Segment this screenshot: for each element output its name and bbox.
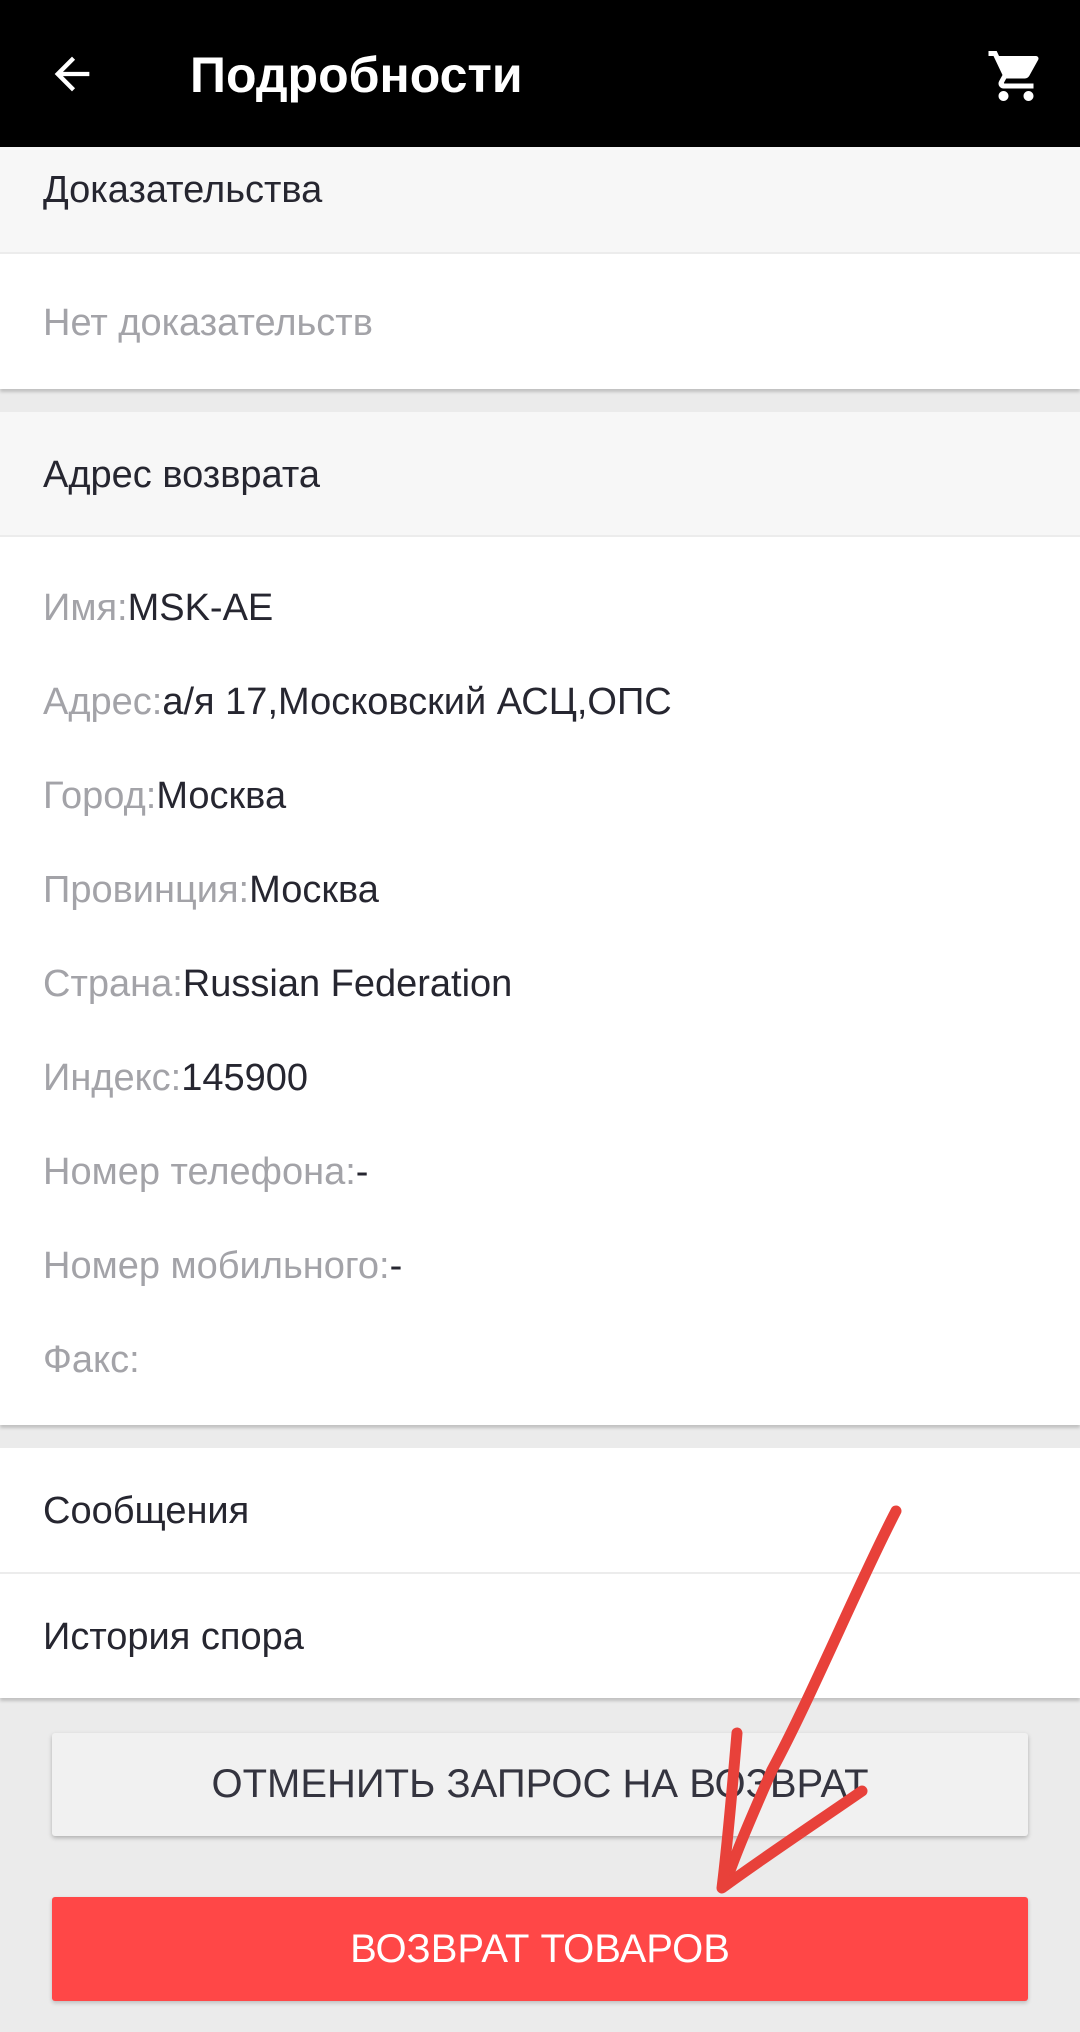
links-card: Сообщения История спора xyxy=(0,1448,1080,1698)
address-row: Индекс:145900 xyxy=(43,1054,308,1102)
address-row: Страна:Russian Federation xyxy=(43,960,512,1008)
dispute-history-link[interactable]: История спора xyxy=(0,1574,1080,1698)
address-row: Факс: xyxy=(43,1336,140,1384)
evidence-title: Доказательства xyxy=(43,169,323,211)
address-row-value: а/я 17,Московский АСЦ,ОПС xyxy=(162,681,672,723)
messages-link[interactable]: Сообщения xyxy=(0,1448,1080,1574)
address-row-value: - xyxy=(389,1245,403,1287)
address-row: Номер телефона:- xyxy=(43,1148,368,1196)
address-row: Город:Москва xyxy=(43,772,286,820)
address-row-value: MSK-AE xyxy=(127,587,274,629)
evidence-card: Доказательства Нет доказательств xyxy=(0,147,1080,389)
address-row-label: Провинция: xyxy=(43,869,250,911)
address-row-label: Адрес: xyxy=(43,681,163,723)
address-row-label: Индекс: xyxy=(43,1057,182,1099)
address-row-value: Russian Federation xyxy=(182,963,513,1005)
shopping-cart-icon[interactable] xyxy=(986,46,1046,106)
address-row-label: Номер мобильного: xyxy=(43,1245,390,1287)
return-address-header: Адрес возврата xyxy=(0,412,1080,537)
address-row: Адрес:а/я 17,Московский АСЦ,ОПС xyxy=(43,678,672,726)
address-row-value: Москва xyxy=(156,775,287,817)
address-row: Номер мобильного:- xyxy=(43,1242,402,1290)
address-row: Имя:MSK-AE xyxy=(43,584,273,632)
evidence-header: Доказательства xyxy=(0,147,1080,254)
no-evidence-text: Нет доказательств xyxy=(43,302,373,344)
return-address-title: Адрес возврата xyxy=(43,454,320,496)
return-goods-button[interactable]: ВОЗВРАТ ТОВАРОВ xyxy=(52,1897,1028,2001)
address-row: Провинция:Москва xyxy=(43,866,379,914)
return-address-card: Адрес возврата Имя:MSK-AE Адрес:а/я 17,Мо… xyxy=(0,412,1080,1425)
address-row-label: Факс: xyxy=(43,1339,140,1381)
address-row-label: Город: xyxy=(43,775,157,817)
messages-label: Сообщения xyxy=(43,1490,250,1532)
app-bar: Подробности xyxy=(0,0,1080,147)
address-row-label: Имя: xyxy=(43,587,128,629)
cancel-return-request-button[interactable]: ОТМЕНИТЬ ЗАПРОС НА ВОЗВРАТ xyxy=(52,1733,1028,1836)
address-row-value: Москва xyxy=(249,869,379,911)
address-row-value: - xyxy=(355,1151,369,1193)
address-row-value: 145900 xyxy=(181,1057,309,1099)
dispute-history-label: История спора xyxy=(43,1616,304,1658)
address-row-label: Страна: xyxy=(43,963,183,1005)
address-row-label: Номер телефона: xyxy=(43,1151,356,1193)
arrow-back-icon[interactable] xyxy=(46,48,98,100)
page-title: Подробности xyxy=(190,47,523,103)
